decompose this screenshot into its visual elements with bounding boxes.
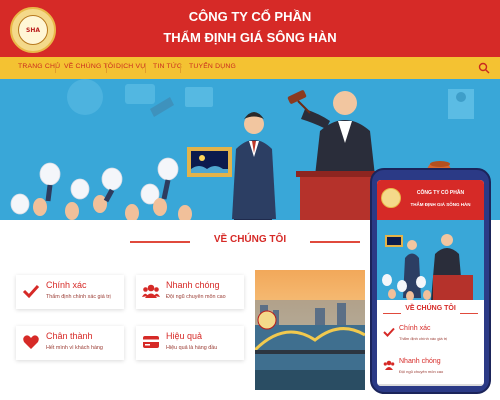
nav-item-about[interactable]: VỀ CHÚNG TÔI: [64, 63, 115, 70]
company-title-line2: THẨM ĐỊNH GIÁ SÔNG HÀN: [163, 30, 337, 45]
nav-divider: [55, 63, 56, 73]
feature-subtitle: Đội ngũ chuyên môn cao: [166, 294, 226, 300]
site-header: SHA CÔNG TY CỔ PHẦN THẨM ĐỊNH GIÁ SÔNG H…: [0, 0, 500, 57]
mobile-header: CÔNG TY CỔ PHẦN THẨM ĐỊNH GIÁ SÔNG HÀN: [377, 180, 484, 220]
company-title-line1: CÔNG TY CỔ PHẦN: [188, 9, 312, 24]
feature-title: Hiệu quả: [166, 331, 203, 341]
nav-item-news[interactable]: TIN TỨC: [153, 63, 182, 70]
feature-card-effective[interactable]: Hiệu quả Hiệu quả là hàng đầu: [136, 326, 244, 360]
feature-subtitle: Thẩm định chính xác giá trị: [46, 294, 111, 300]
nav-divider: [106, 63, 107, 73]
nav-item-home[interactable]: TRANG CHỦ: [18, 63, 60, 70]
feature-title: Nhanh chóng: [166, 280, 220, 290]
check-icon: [383, 327, 395, 337]
section-divider-left: [130, 241, 190, 243]
check-icon: [22, 284, 40, 299]
heart-icon: [23, 335, 39, 349]
mobile-feature-subtitle: Thẩm định chính xác giá trị: [399, 336, 448, 341]
mobile-section-title: VỀ CHÚNG TÔI: [405, 305, 456, 312]
mobile-title-line2: THẨM ĐỊNH GIÁ SÔNG HÀN: [410, 202, 471, 207]
mobile-divider-left: [383, 313, 401, 314]
search-icon[interactable]: [478, 62, 490, 74]
mobile-bottom-bar: [377, 384, 484, 386]
nav-divider: [180, 63, 181, 73]
users-icon: [142, 284, 160, 298]
section-divider-right: [310, 241, 360, 243]
nav-item-services[interactable]: DỊCH VỤ: [116, 63, 145, 70]
feature-subtitle: Hết mình vì khách hàng: [46, 345, 103, 351]
feature-title: Chân thành: [46, 331, 93, 341]
mobile-divider-right: [460, 313, 478, 314]
feature-card-accurate[interactable]: Chính xác Thẩm định chính xác giá trị: [16, 275, 124, 309]
phone-mockup: CÔNG TY CỔ PHẦN THẨM ĐỊNH GIÁ SÔNG HÀN V…: [370, 168, 491, 394]
mobile-hero: [377, 220, 484, 300]
city-bridge-photo: [255, 270, 365, 390]
nav-divider: [145, 63, 146, 73]
mobile-feature-title: Nhanh chóng: [399, 358, 441, 365]
feature-card-sincere[interactable]: Chân thành Hết mình vì khách hàng: [16, 326, 124, 360]
feature-subtitle: Hiệu quả là hàng đầu: [166, 345, 218, 351]
nav-item-careers[interactable]: TUYỂN DỤNG: [189, 63, 236, 70]
card-icon: [143, 336, 159, 348]
section-title: VỀ CHÚNG TÔI: [213, 234, 287, 245]
phone-screen: CÔNG TY CỔ PHẦN THẨM ĐỊNH GIÁ SÔNG HÀN V…: [377, 180, 484, 386]
mobile-feature-title: Chính xác: [399, 325, 431, 332]
mobile-feature-fast[interactable]: Nhanh chóng Đội ngũ chuyên môn cao: [383, 356, 478, 380]
main-nav: TRANG CHỦ VỀ CHÚNG TÔI DỊCH VỤ TIN TỨC T…: [0, 57, 500, 79]
feature-card-fast[interactable]: Nhanh chóng Đội ngũ chuyên môn cao: [136, 275, 244, 309]
feature-title: Chính xác: [46, 280, 87, 290]
mobile-title-line1: CÔNG TY CỔ PHẦN: [416, 190, 465, 196]
users-icon: [383, 360, 395, 370]
mobile-feature-accurate[interactable]: Chính xác Thẩm định chính xác giá trị: [383, 323, 478, 347]
mobile-feature-subtitle: Đội ngũ chuyên môn cao: [399, 369, 444, 374]
dragon-bridge-image: [255, 270, 365, 390]
mobile-auction-illustration: [382, 234, 473, 300]
